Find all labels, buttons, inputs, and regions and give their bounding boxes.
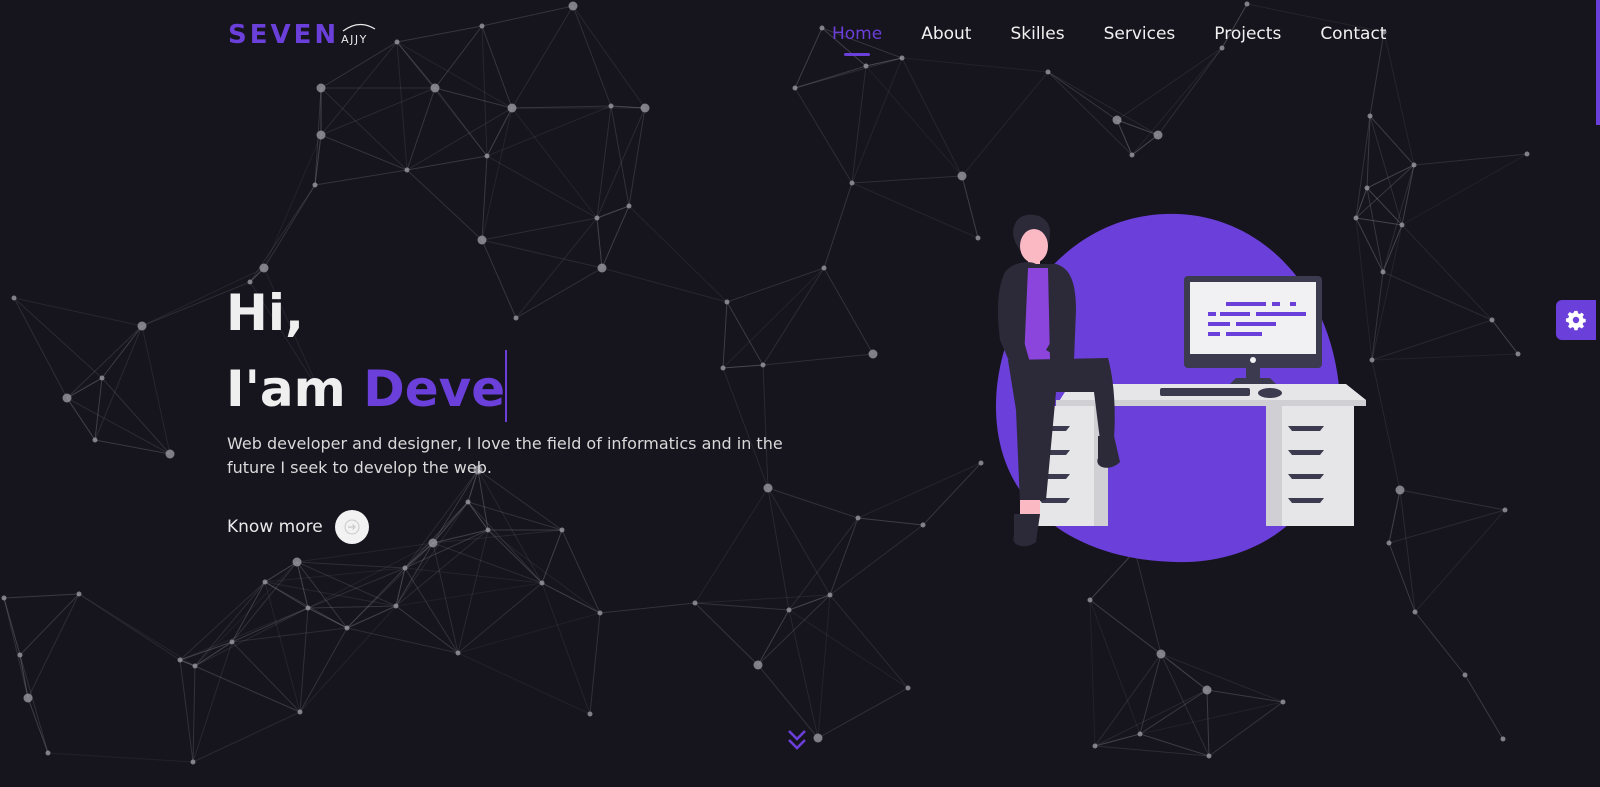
hero-intro-line: I'am Deve	[226, 350, 508, 422]
nav-about[interactable]: About	[921, 24, 971, 44]
know-more-label: Know more	[227, 517, 323, 537]
nav-contact[interactable]: Contact	[1320, 24, 1386, 44]
gear-icon	[1565, 310, 1586, 331]
nav-home[interactable]: Home	[832, 24, 882, 56]
logo-sub-label: AJJY	[341, 33, 368, 46]
hero-intro: I'am	[226, 360, 346, 418]
double-chevron-down-icon	[788, 730, 806, 750]
developer-illustration	[995, 213, 1366, 563]
scroll-progress-bar	[1596, 0, 1600, 125]
settings-toggle[interactable]	[1556, 300, 1596, 340]
hero-greeting: Hi,	[226, 284, 304, 342]
logo-swoosh-icon	[342, 23, 376, 32]
hero-description: Web developer and designer, I love the f…	[227, 434, 783, 477]
nav-services[interactable]: Services	[1104, 24, 1176, 44]
hero-typed-text: Deve	[363, 360, 506, 418]
logo-sub-text: AJJY	[341, 23, 376, 46]
page: SEVEN AJJY Home About Skilles Services P…	[0, 0, 1600, 787]
main-nav: Home About Skilles Services Projects Con…	[832, 24, 1425, 56]
scroll-down-button[interactable]	[785, 728, 809, 756]
logo[interactable]: SEVEN AJJY	[228, 20, 376, 50]
typing-caret	[505, 350, 508, 422]
nav-projects[interactable]: Projects	[1214, 24, 1281, 44]
know-more-button[interactable]: Know more	[227, 510, 369, 544]
arrow-right-icon[interactable]	[334, 510, 369, 544]
nav-skilles[interactable]: Skilles	[1010, 24, 1064, 44]
logo-main-text: SEVEN	[228, 20, 340, 50]
